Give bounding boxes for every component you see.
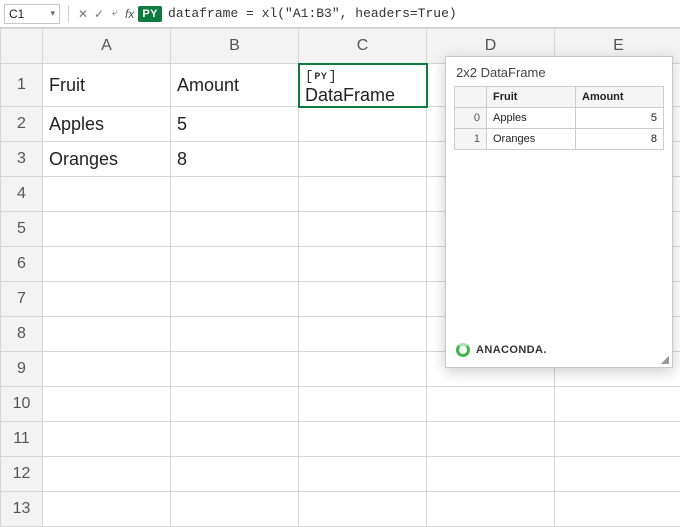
cell-A13[interactable] <box>43 492 171 527</box>
cell-A10[interactable] <box>43 387 171 422</box>
cell-A6[interactable] <box>43 247 171 282</box>
formula-bar: C1 ▾ ✕ ✓ ⤶ fx PY dataframe = xl("A1:B3",… <box>0 0 680 28</box>
cell-B3[interactable]: 8 <box>171 142 299 177</box>
cell-A2[interactable]: Apples <box>43 107 171 142</box>
df-fruit-0: Apples <box>487 108 576 129</box>
cell-C5[interactable] <box>299 212 427 247</box>
cell-C6[interactable] <box>299 247 427 282</box>
cell-A4[interactable] <box>43 177 171 212</box>
cell-B2[interactable]: 5 <box>171 107 299 142</box>
cell-A8[interactable] <box>43 317 171 352</box>
row-header-1[interactable]: 1 <box>1 64 43 107</box>
row-header-2[interactable]: 2 <box>1 107 43 142</box>
row-header-6[interactable]: 6 <box>1 247 43 282</box>
cell-E13[interactable] <box>555 492 680 527</box>
name-box[interactable]: C1 ▾ <box>4 4 60 24</box>
df-idx-0: 0 <box>455 108 487 129</box>
anaconda-brand-text: ANACONDA. <box>476 344 547 356</box>
cell-C3[interactable] <box>299 142 427 177</box>
cell-B13[interactable] <box>171 492 299 527</box>
df-row-1: 1 Oranges 8 <box>455 129 664 150</box>
cell-B9[interactable] <box>171 352 299 387</box>
dataframe-table: Fruit Amount 0 Apples 5 1 Oranges 8 <box>454 86 664 150</box>
accept-formula-icon[interactable]: ✓ <box>92 5 106 23</box>
row-header-11[interactable]: 11 <box>1 422 43 457</box>
cell-B6[interactable] <box>171 247 299 282</box>
cell-C1-value: DataFrame <box>305 85 395 105</box>
dropdown-icon[interactable]: ⤶ <box>108 5 122 23</box>
col-header-C[interactable]: C <box>299 29 427 64</box>
cell-C13[interactable] <box>299 492 427 527</box>
cell-B7[interactable] <box>171 282 299 317</box>
cell-A12[interactable] <box>43 457 171 492</box>
row-header-13[interactable]: 13 <box>1 492 43 527</box>
cell-A1[interactable]: Fruit <box>43 64 171 107</box>
chevron-down-icon: ▾ <box>50 8 55 19</box>
df-row-0: 0 Apples 5 <box>455 108 664 129</box>
row-header-8[interactable]: 8 <box>1 317 43 352</box>
row-header-4[interactable]: 4 <box>1 177 43 212</box>
df-amount-1: 8 <box>576 129 664 150</box>
cell-A3[interactable]: Oranges <box>43 142 171 177</box>
cell-B10[interactable] <box>171 387 299 422</box>
cell-D11[interactable] <box>427 422 555 457</box>
cell-C11[interactable] <box>299 422 427 457</box>
cell-C9[interactable] <box>299 352 427 387</box>
cell-C12[interactable] <box>299 457 427 492</box>
cell-B11[interactable] <box>171 422 299 457</box>
cell-A7[interactable] <box>43 282 171 317</box>
name-box-value: C1 <box>9 7 24 21</box>
cell-A5[interactable] <box>43 212 171 247</box>
preview-footer: ANACONDA. <box>446 333 672 367</box>
python-chip-icon: PY <box>305 69 337 85</box>
row-header-10[interactable]: 10 <box>1 387 43 422</box>
cell-E10[interactable] <box>555 387 680 422</box>
df-header-amount: Amount <box>576 87 664 108</box>
divider <box>68 5 69 23</box>
select-all-corner[interactable] <box>1 29 43 64</box>
df-fruit-1: Oranges <box>487 129 576 150</box>
df-header-fruit: Fruit <box>487 87 576 108</box>
cancel-formula-icon[interactable]: ✕ <box>76 5 90 23</box>
formula-input[interactable]: dataframe = xl("A1:B3", headers=True) <box>168 6 457 21</box>
col-header-B[interactable]: B <box>171 29 299 64</box>
cell-B4[interactable] <box>171 177 299 212</box>
cell-B12[interactable] <box>171 457 299 492</box>
cell-C1[interactable]: PYDataFrame <box>299 64 427 107</box>
preview-title: 2x2 DataFrame <box>446 57 672 86</box>
cell-C8[interactable] <box>299 317 427 352</box>
python-badge: PY <box>138 6 162 22</box>
cell-D12[interactable] <box>427 457 555 492</box>
cell-B1[interactable]: Amount <box>171 64 299 107</box>
cell-C7[interactable] <box>299 282 427 317</box>
df-header-index <box>455 87 487 108</box>
cell-D10[interactable] <box>427 387 555 422</box>
cell-E12[interactable] <box>555 457 680 492</box>
row-header-9[interactable]: 9 <box>1 352 43 387</box>
cell-E11[interactable] <box>555 422 680 457</box>
row-header-12[interactable]: 12 <box>1 457 43 492</box>
df-idx-1: 1 <box>455 129 487 150</box>
cell-A11[interactable] <box>43 422 171 457</box>
cell-A9[interactable] <box>43 352 171 387</box>
df-amount-0: 5 <box>576 108 664 129</box>
dataframe-preview-card: 2x2 DataFrame Fruit Amount 0 Apples 5 1 … <box>445 56 673 368</box>
row-header-3[interactable]: 3 <box>1 142 43 177</box>
row-header-5[interactable]: 5 <box>1 212 43 247</box>
cell-C2[interactable] <box>299 107 427 142</box>
cell-B5[interactable] <box>171 212 299 247</box>
cell-C4[interactable] <box>299 177 427 212</box>
anaconda-logo-icon <box>456 343 470 357</box>
row-header-7[interactable]: 7 <box>1 282 43 317</box>
resize-handle-icon[interactable] <box>661 356 669 364</box>
cell-B8[interactable] <box>171 317 299 352</box>
fx-icon[interactable]: fx <box>125 7 134 21</box>
cell-D13[interactable] <box>427 492 555 527</box>
cell-C10[interactable] <box>299 387 427 422</box>
col-header-A[interactable]: A <box>43 29 171 64</box>
